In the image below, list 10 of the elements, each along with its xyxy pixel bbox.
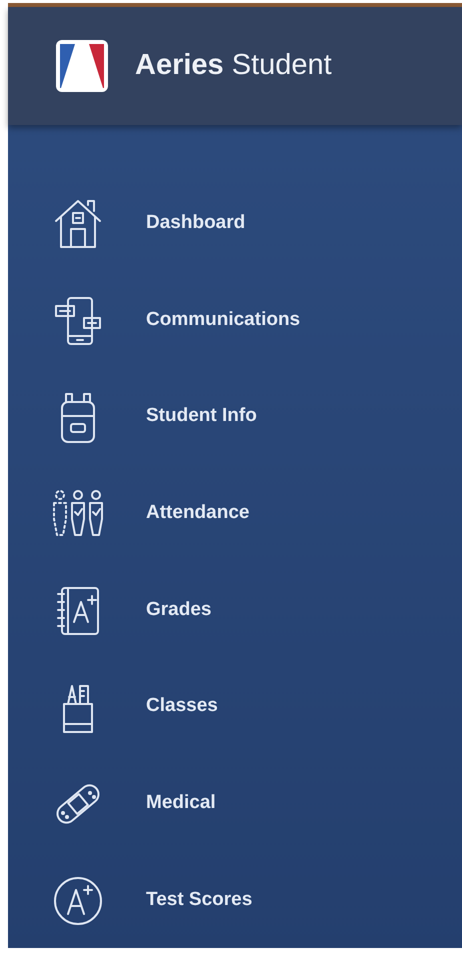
nav-item[interactable]: Attendance — [146, 502, 250, 524]
nav-item[interactable]: Grades — [146, 598, 212, 621]
nav-item[interactable]: Student Info — [146, 405, 257, 428]
nav-item[interactable]: Dashboard — [146, 212, 246, 234]
app-title: Aeries Student — [135, 49, 332, 82]
nav-item[interactable]: Classes — [146, 695, 218, 718]
nav-item[interactable]: Communications — [146, 308, 300, 331]
logo-icon — [55, 38, 109, 93]
nav-item[interactable]: Test Scores — [146, 888, 252, 911]
nav-item[interactable]: Medical — [146, 792, 216, 814]
